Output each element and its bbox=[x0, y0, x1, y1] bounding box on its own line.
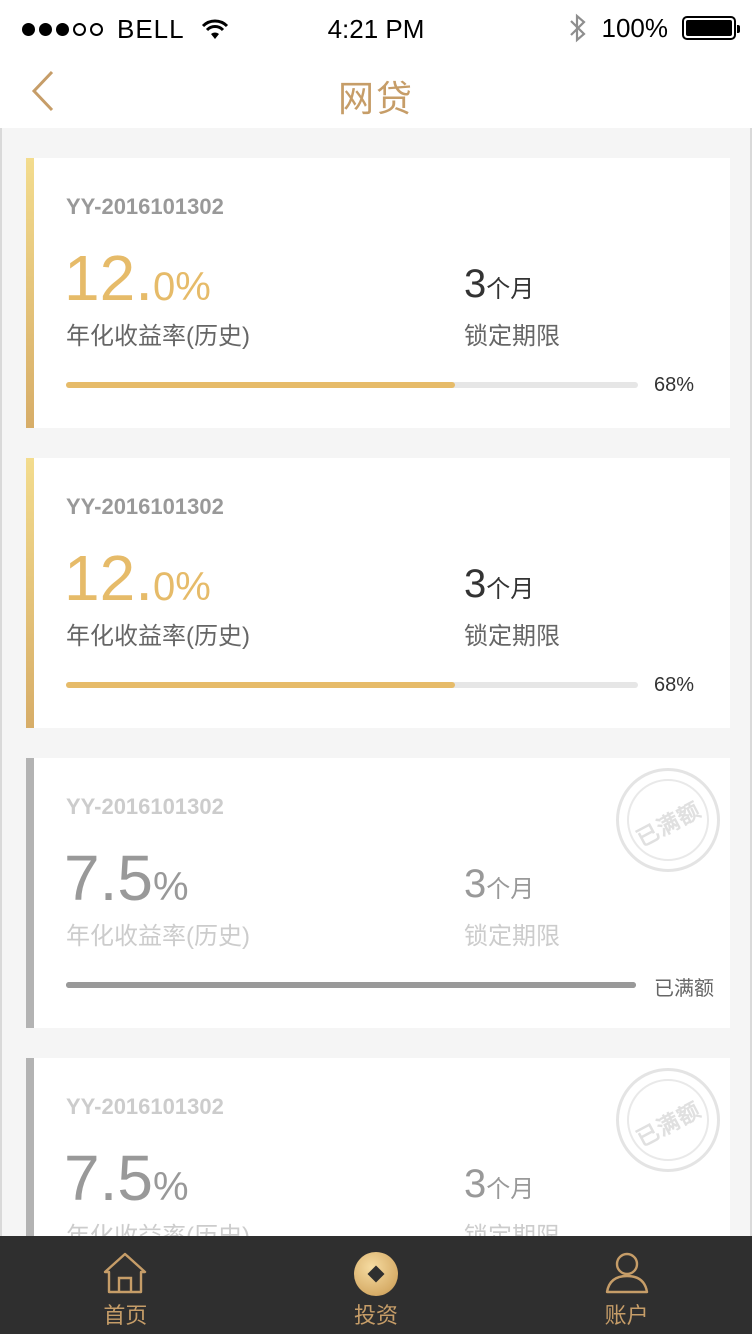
product-card-full[interactable]: 已满额 YY-2016101302 7.5% 年化收益率(历史) 3个月 锁定期… bbox=[26, 758, 730, 1028]
progress-percent: 68% bbox=[653, 674, 694, 696]
progress-fill bbox=[66, 982, 636, 988]
progress-percent: 68% bbox=[653, 374, 694, 396]
bluetooth-icon bbox=[569, 13, 586, 43]
product-list[interactable]: YY-2016101302 12.0% 年化收益率(历史) 3个月 锁定期限 6… bbox=[0, 128, 752, 1236]
rate-label: 年化收益率(历史) bbox=[66, 1216, 250, 1236]
tab-label: 账户 bbox=[604, 1303, 649, 1328]
product-code: YY-2016101302 bbox=[66, 494, 224, 519]
rate-suffix: 0% bbox=[152, 265, 211, 309]
lock-term: 3个月 bbox=[464, 564, 534, 610]
annual-rate: 12.0% bbox=[64, 546, 211, 619]
term-label: 锁定期限 bbox=[464, 323, 560, 350]
product-card[interactable]: YY-2016101302 12.0% 年化收益率(历史) 3个月 锁定期限 6… bbox=[26, 158, 730, 428]
card-accent-bar bbox=[26, 758, 34, 1028]
sold-out-stamp-icon: 已满额 bbox=[616, 1068, 720, 1172]
tab-home[interactable]: 首页 bbox=[0, 1236, 251, 1334]
progress-bar bbox=[66, 382, 638, 388]
lock-term: 3个月 bbox=[464, 864, 534, 910]
term-unit: 个月 bbox=[486, 1176, 535, 1203]
rate-suffix: % bbox=[152, 865, 189, 909]
annual-rate: 7.5% bbox=[64, 846, 189, 919]
term-value: 3 bbox=[464, 862, 487, 906]
rate-label: 年化收益率(历史) bbox=[66, 623, 250, 650]
product-card-full[interactable]: 已满额 YY-2016101302 7.5% 年化收益率(历史) 3个月 锁定期… bbox=[26, 1058, 730, 1236]
full-label: 已满额 bbox=[654, 978, 714, 1000]
product-card[interactable]: YY-2016101302 12.0% 年化收益率(历史) 3个月 锁定期限 6… bbox=[26, 458, 730, 728]
product-code: YY-2016101302 bbox=[66, 194, 224, 219]
status-bar: BELL 4:21 PM 100% bbox=[0, 0, 752, 56]
lock-term: 3个月 bbox=[464, 264, 534, 310]
rate-value: 12. bbox=[64, 242, 153, 314]
rate-label: 年化收益率(历史) bbox=[66, 923, 250, 950]
tab-invest[interactable]: 投资 bbox=[251, 1236, 502, 1334]
status-right: 100% bbox=[568, 12, 740, 44]
progress-bar bbox=[66, 682, 638, 688]
product-code: YY-2016101302 bbox=[66, 1094, 224, 1119]
term-unit: 个月 bbox=[486, 876, 535, 903]
term-unit: 个月 bbox=[486, 576, 535, 603]
navigation-bar: 网贷 bbox=[0, 56, 752, 128]
home-icon bbox=[104, 1252, 147, 1294]
term-value: 3 bbox=[464, 262, 487, 306]
rate-value: 7.5 bbox=[64, 1142, 153, 1214]
sold-out-stamp-icon: 已满额 bbox=[616, 768, 720, 872]
lock-term: 3个月 bbox=[464, 1164, 534, 1210]
invest-coin-icon bbox=[354, 1252, 398, 1296]
term-value: 3 bbox=[464, 1162, 487, 1206]
rate-label: 年化收益率(历史) bbox=[66, 323, 250, 350]
rate-suffix: 0% bbox=[152, 565, 211, 609]
annual-rate: 12.0% bbox=[64, 246, 211, 319]
rate-suffix: % bbox=[152, 1165, 189, 1209]
tab-account[interactable]: 账户 bbox=[501, 1236, 752, 1334]
term-unit: 个月 bbox=[486, 276, 535, 303]
product-code: YY-2016101302 bbox=[66, 794, 224, 819]
rate-value: 12. bbox=[64, 542, 153, 614]
term-label: 锁定期限 bbox=[464, 623, 560, 650]
tab-bar: 首页 投资 账户 bbox=[0, 1236, 752, 1334]
battery-percent: 100% bbox=[601, 12, 669, 43]
stamp-text: 已满额 bbox=[632, 1097, 706, 1152]
progress-fill bbox=[66, 682, 455, 688]
card-accent-bar bbox=[26, 158, 34, 428]
progress-fill bbox=[66, 382, 455, 388]
account-user-icon bbox=[605, 1252, 648, 1294]
tab-label: 首页 bbox=[103, 1303, 148, 1328]
annual-rate: 7.5% bbox=[64, 1146, 189, 1219]
card-accent-bar bbox=[26, 1058, 34, 1236]
term-label: 锁定期限 bbox=[464, 1216, 560, 1236]
term-label: 锁定期限 bbox=[464, 923, 560, 950]
page-title: 网贷 bbox=[337, 78, 414, 119]
rate-value: 7.5 bbox=[64, 842, 153, 914]
stamp-text: 已满额 bbox=[632, 797, 706, 852]
battery-icon bbox=[682, 16, 740, 40]
term-value: 3 bbox=[464, 562, 487, 606]
progress-bar bbox=[66, 982, 636, 988]
card-accent-bar bbox=[26, 458, 34, 728]
tab-label: 投资 bbox=[354, 1303, 399, 1328]
